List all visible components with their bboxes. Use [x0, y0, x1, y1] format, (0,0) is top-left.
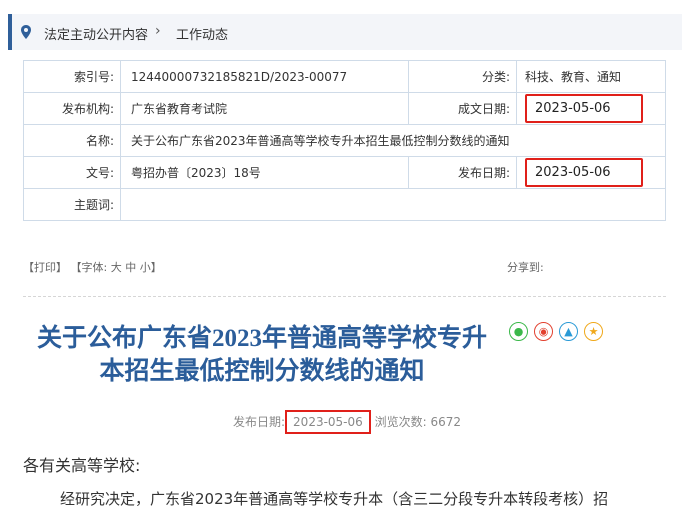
- font-medium-link[interactable]: 中: [125, 261, 136, 274]
- article-body-line: 经研究决定，广东省2023年普通高等学校专升本（含三二分段专升本转段考核）招: [60, 490, 609, 508]
- publish-date-value: 2023-05-06: [525, 158, 643, 187]
- article-title: 关于公布广东省2023年普通高等学校专升 本招生最低控制分数线的通知: [22, 322, 502, 388]
- share-icons: ● ◉ ▲ ★: [509, 320, 609, 341]
- views-label: 浏览次数:: [374, 415, 427, 429]
- font-small-link[interactable]: 小】: [140, 261, 162, 274]
- breadcrumb-current-link[interactable]: 工作动态: [176, 24, 228, 43]
- qzone-share-icon[interactable]: ★: [584, 322, 603, 341]
- chevron-right-icon: ›: [155, 23, 161, 39]
- subject-value: [120, 188, 666, 221]
- doc-number-value: 粤招办普〔2023〕18号: [120, 156, 409, 189]
- publisher-value: 广东省教育考试院: [120, 92, 409, 125]
- category-label: 分类:: [408, 60, 517, 93]
- category-value: 科技、教育、通知: [516, 60, 666, 93]
- article-info: 发布日期: 2023-05-06 浏览次数: 6672: [233, 410, 461, 434]
- subject-label: 主题词:: [23, 188, 121, 221]
- wechat-share-icon[interactable]: ●: [509, 322, 528, 341]
- views-count: 6672: [430, 415, 462, 429]
- publish-date-label: 发布日期:: [408, 156, 517, 189]
- document-meta-table: 索引号: 12440000732185821D/2023-00077 分类: 科…: [23, 60, 666, 221]
- font-large-link[interactable]: 大: [111, 261, 122, 274]
- font-size-label: 【字体:: [70, 261, 108, 274]
- article-title-line2: 本招生最低控制分数线的通知: [99, 358, 425, 385]
- index-label: 索引号:: [23, 60, 121, 93]
- created-date-value: 2023-05-06: [525, 94, 643, 123]
- print-link[interactable]: 【打印】: [23, 261, 67, 274]
- location-pin-icon: [21, 25, 31, 39]
- name-label: 名称:: [23, 124, 121, 157]
- article-date-label: 发布日期:: [233, 415, 286, 429]
- article-date-value: 2023-05-06: [285, 410, 371, 434]
- weibo-share-icon[interactable]: ◉: [534, 322, 553, 341]
- index-value: 12440000732185821D/2023-00077: [120, 60, 409, 93]
- greeting: 各有关高等学校:: [23, 456, 141, 475]
- breadcrumb-section-link[interactable]: 法定主动公开内容: [44, 24, 148, 43]
- article-tools: 【打印】 【字体: 大 中 小】: [23, 259, 162, 275]
- publisher-label: 发布机构:: [23, 92, 121, 125]
- article-title-line1: 关于公布广东省2023年普通高等学校专升: [36, 325, 487, 352]
- doc-number-label: 文号:: [23, 156, 121, 189]
- share-label: 分享到:: [507, 261, 544, 274]
- name-value: 关于公布广东省2023年普通高等学校专升本招生最低控制分数线的通知: [120, 124, 666, 157]
- breadcrumb: 法定主动公开内容 › 工作动态: [8, 14, 682, 50]
- created-date-label: 成文日期:: [408, 92, 517, 125]
- qq-share-icon[interactable]: ▲: [559, 322, 578, 341]
- divider: [23, 296, 666, 297]
